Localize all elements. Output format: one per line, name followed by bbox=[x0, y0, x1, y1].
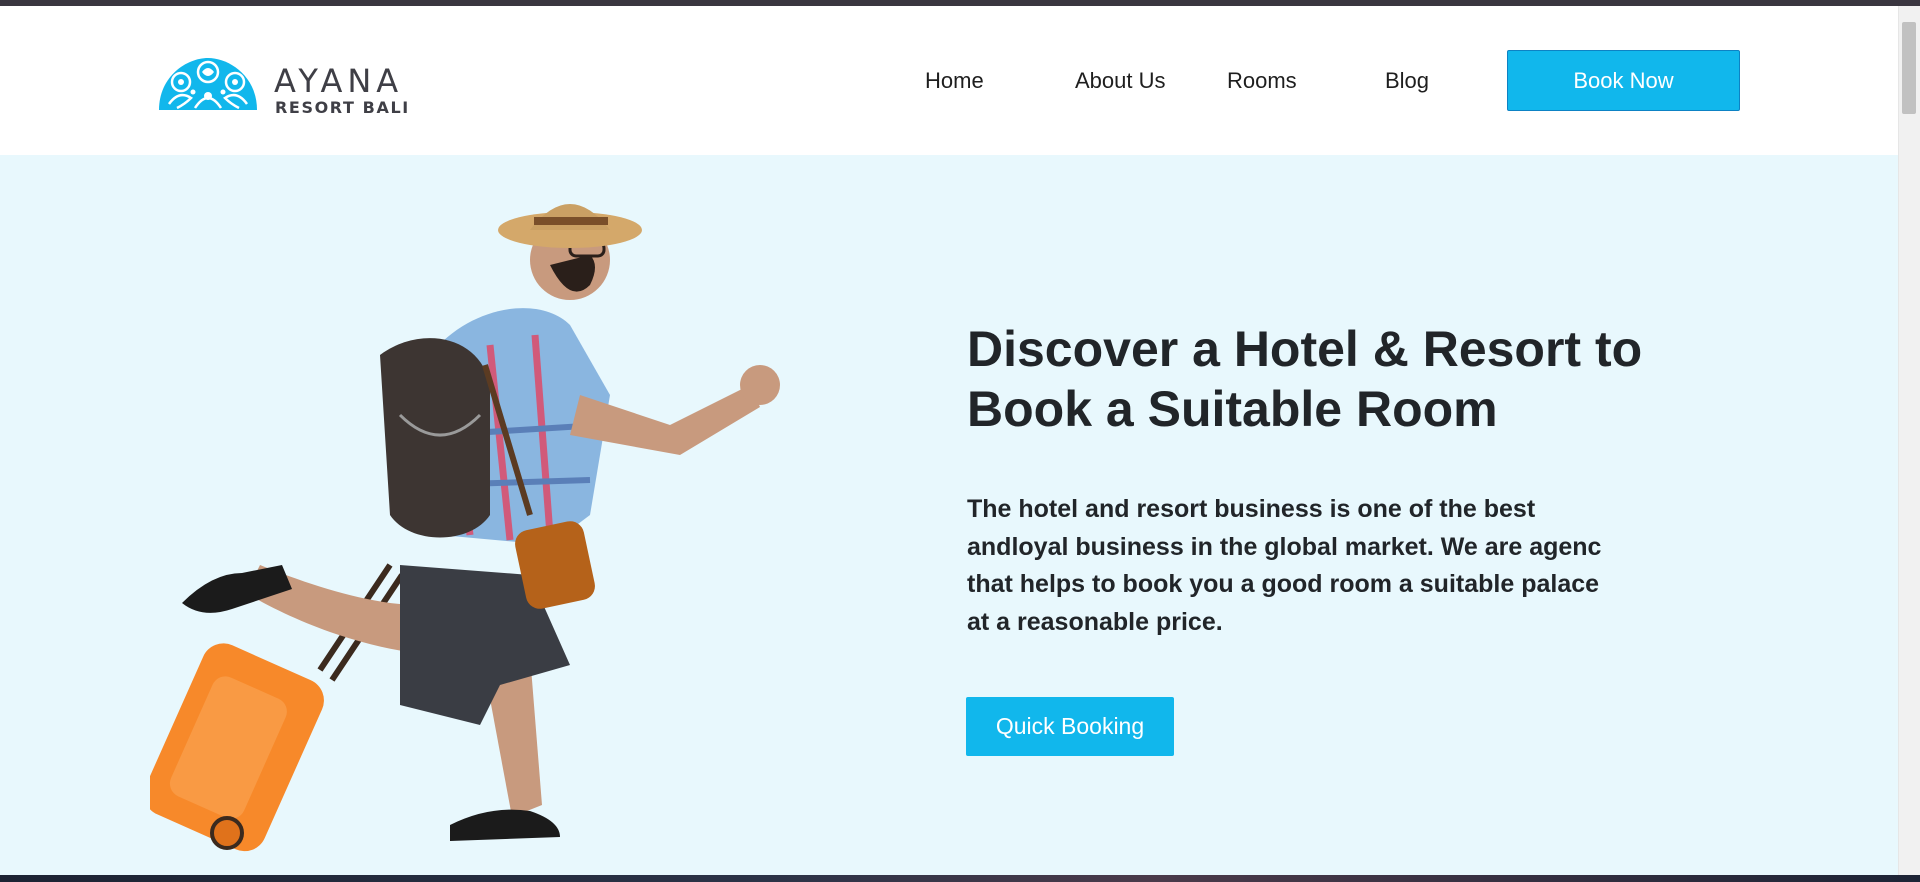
logo-subtitle: RESORT BALI bbox=[275, 98, 410, 117]
ornament-logo-icon bbox=[159, 58, 257, 110]
scrollbar-thumb[interactable] bbox=[1902, 22, 1916, 114]
quick-booking-button[interactable]: Quick Booking bbox=[966, 697, 1174, 756]
book-now-button[interactable]: Book Now bbox=[1507, 50, 1740, 111]
nav-rooms[interactable]: Rooms bbox=[1227, 68, 1297, 94]
logo[interactable]: AYANA RESORT BALI bbox=[157, 48, 427, 118]
taskbar-strip bbox=[0, 875, 1920, 882]
logo-title: AYANA bbox=[274, 62, 404, 100]
nav-about-us[interactable]: About Us bbox=[1075, 68, 1166, 94]
site-header: AYANA RESORT BALI Home About Us Rooms Bl… bbox=[0, 6, 1898, 155]
hero-description: The hotel and resort business is one of … bbox=[967, 495, 1602, 636]
page: AYANA RESORT BALI Home About Us Rooms Bl… bbox=[0, 6, 1898, 875]
vertical-scrollbar[interactable] bbox=[1898, 6, 1920, 875]
nav-blog[interactable]: Blog bbox=[1385, 68, 1429, 94]
traveler-illustration bbox=[150, 204, 780, 852]
hero-title: Discover a Hotel & Resort to Book a Suit… bbox=[967, 320, 1643, 437]
nav-home[interactable]: Home bbox=[925, 68, 984, 94]
hero-section: Discover a Hotel & Resort to Book a Suit… bbox=[0, 155, 1898, 875]
